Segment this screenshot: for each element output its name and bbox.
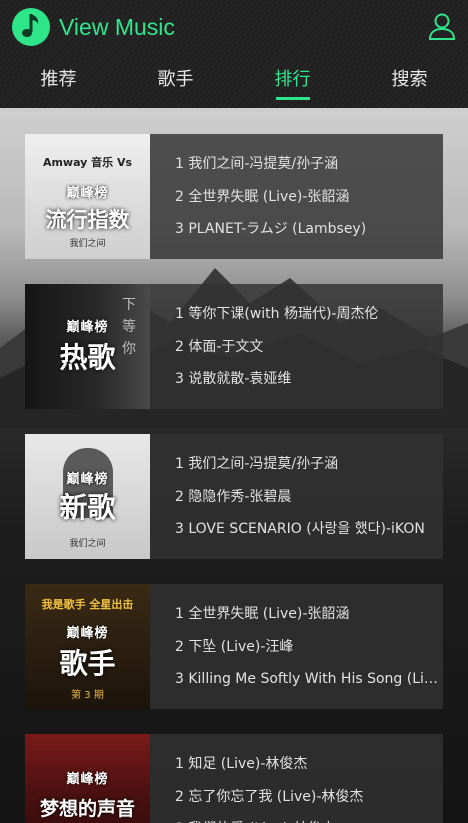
brand[interactable]: View Music bbox=[12, 7, 175, 47]
song-item[interactable]: 2 体面-于文文 bbox=[175, 331, 443, 364]
cover-title: 新歌 bbox=[59, 491, 116, 524]
cover-show: 巅峰榜 bbox=[66, 472, 109, 487]
cover-top-text: Amway 音乐 Vs bbox=[42, 156, 133, 169]
song-item[interactable]: 3 我们的爱 (Live)-林俊杰 bbox=[175, 813, 443, 823]
cover-title: 歌手 bbox=[59, 647, 116, 680]
rank-cover: Amway 音乐 Vs 巅峰榜 流行指数 我们之间 bbox=[25, 134, 150, 259]
app-header: View Music 推荐 歌手 排行 搜索 bbox=[0, 0, 468, 108]
rank-cover: 我是歌手 全星出击 巅峰榜 歌手 第 3 期 bbox=[25, 584, 150, 709]
cover-title: 热歌 bbox=[59, 341, 116, 374]
cover-title: 流行指数 bbox=[45, 208, 130, 232]
cover-show: 巅峰榜 bbox=[66, 772, 109, 787]
cover-title: 梦想的声音 bbox=[39, 798, 135, 820]
song-item[interactable]: 3 说散就散-袁娅维 bbox=[175, 363, 443, 396]
rank-card[interactable]: Amway 音乐 Vs 巅峰榜 流行指数 我们之间 1 我们之间-冯提莫/孙子涵… bbox=[25, 134, 443, 259]
rank-card[interactable]: 下 等 你 巅峰榜 热歌 1 等你下课(with 杨瑞代)-周杰伦 2 体面-于… bbox=[25, 284, 443, 409]
rank-cover: 巅峰榜 新歌 我们之间 bbox=[25, 434, 150, 559]
song-item[interactable]: 2 全世界失眠 (Live)-张韶涵 bbox=[175, 181, 443, 214]
song-list: 1 等你下课(with 杨瑞代)-周杰伦 2 体面-于文文 3 说散就散-袁娅维 bbox=[150, 284, 443, 409]
cover-show: 巅峰榜 bbox=[66, 320, 109, 335]
cover-sub: 我们之间 bbox=[69, 539, 106, 549]
rank-card[interactable]: 巅峰榜 新歌 我们之间 1 我们之间-冯提莫/孙子涵 2 隐隐作秀-张碧晨 3 … bbox=[25, 434, 443, 559]
rank-cover: 下 等 你 巅峰榜 热歌 bbox=[25, 284, 150, 409]
tab-singers[interactable]: 歌手 bbox=[117, 58, 234, 106]
song-item[interactable]: 3 LOVE SCENARIO (사랑을 했다)-iKON bbox=[175, 513, 443, 546]
rank-cover: 巅峰榜 梦想的声音 bbox=[25, 734, 150, 823]
cover-sub: 我们之间 bbox=[69, 239, 106, 249]
song-item[interactable]: 1 我们之间-冯提莫/孙子涵 bbox=[175, 448, 443, 481]
song-item[interactable]: 2 忘了你忘了我 (Live)-林俊杰 bbox=[175, 781, 443, 814]
rank-card[interactable]: 巅峰榜 梦想的声音 1 知足 (Live)-林俊杰 2 忘了你忘了我 (Live… bbox=[25, 734, 443, 823]
user-icon[interactable] bbox=[428, 12, 456, 40]
cover-sub: 第 3 期 bbox=[71, 690, 104, 701]
nav-tabs: 推荐 歌手 排行 搜索 bbox=[0, 58, 468, 106]
song-list: 1 我们之间-冯提莫/孙子涵 2 隐隐作秀-张碧晨 3 LOVE SCENARI… bbox=[150, 434, 443, 559]
song-item[interactable]: 1 知足 (Live)-林俊杰 bbox=[175, 748, 443, 781]
cover-show: 巅峰榜 bbox=[66, 186, 109, 201]
cover-show: 巅峰榜 bbox=[66, 626, 109, 641]
song-item[interactable]: 1 我们之间-冯提莫/孙子涵 bbox=[175, 148, 443, 181]
song-item[interactable]: 3 Killing Me Softly With His Song (Live)… bbox=[175, 663, 443, 696]
song-item[interactable]: 2 下坠 (Live)-汪峰 bbox=[175, 631, 443, 664]
song-list: 1 我们之间-冯提莫/孙子涵 2 全世界失眠 (Live)-张韶涵 3 PLAN… bbox=[150, 134, 443, 259]
song-item[interactable]: 2 隐隐作秀-张碧晨 bbox=[175, 481, 443, 514]
tab-search[interactable]: 搜索 bbox=[351, 58, 468, 106]
tab-ranking[interactable]: 排行 bbox=[234, 58, 351, 106]
song-item[interactable]: 1 全世界失眠 (Live)-张韶涵 bbox=[175, 598, 443, 631]
song-item[interactable]: 3 PLANET-ラムジ (Lambsey) bbox=[175, 213, 443, 246]
tab-recommend[interactable]: 推荐 bbox=[0, 58, 117, 106]
song-list: 1 全世界失眠 (Live)-张韶涵 2 下坠 (Live)-汪峰 3 Kill… bbox=[150, 584, 443, 709]
rank-card[interactable]: 我是歌手 全星出击 巅峰榜 歌手 第 3 期 1 全世界失眠 (Live)-张韶… bbox=[25, 584, 443, 709]
song-list: 1 知足 (Live)-林俊杰 2 忘了你忘了我 (Live)-林俊杰 3 我们… bbox=[150, 734, 443, 823]
cover-top-text: 我是歌手 全星出击 bbox=[41, 598, 134, 611]
ranking-list[interactable]: Amway 音乐 Vs 巅峰榜 流行指数 我们之间 1 我们之间-冯提莫/孙子涵… bbox=[0, 108, 468, 823]
app-title: View Music bbox=[59, 13, 175, 40]
song-item[interactable]: 1 等你下课(with 杨瑞代)-周杰伦 bbox=[175, 298, 443, 331]
music-note-icon bbox=[12, 8, 50, 46]
